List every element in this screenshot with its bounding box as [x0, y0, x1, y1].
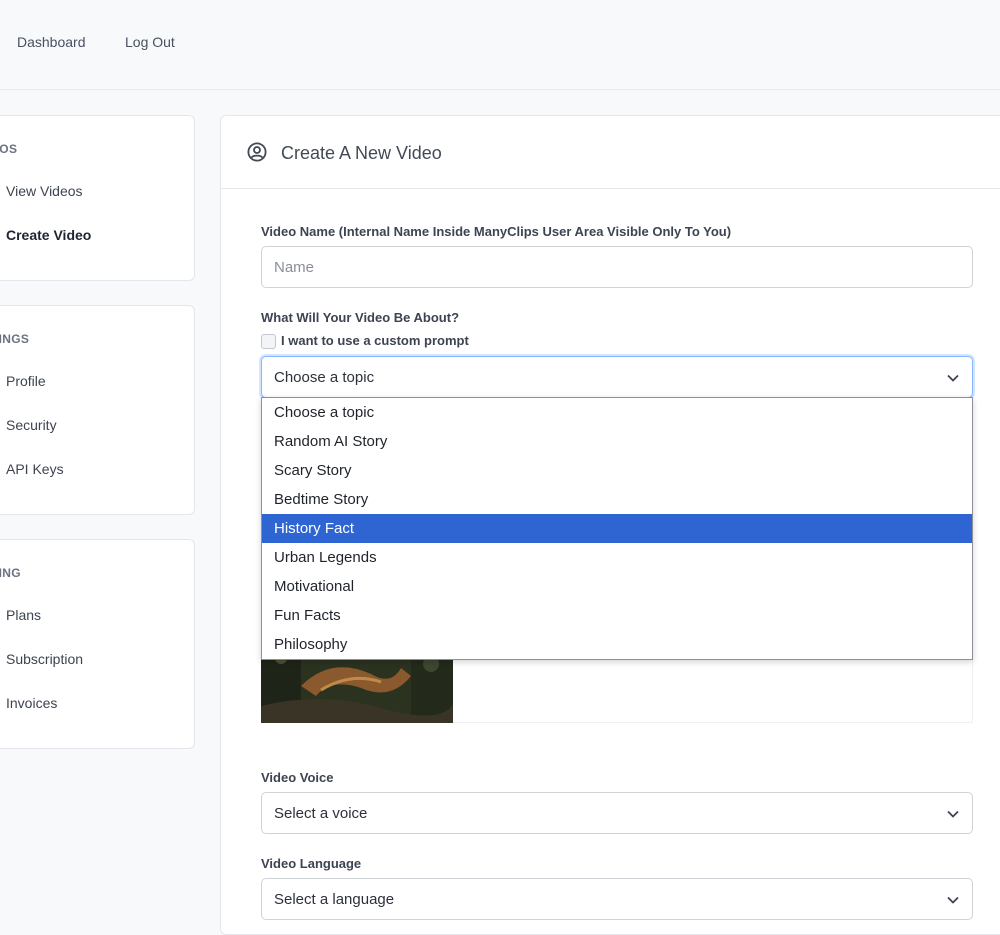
- sidebar-section-heading: LING: [0, 566, 21, 580]
- topic-option[interactable]: Random AI Story: [262, 427, 972, 456]
- chevron-down-icon: [947, 374, 959, 382]
- user-circle-icon: [247, 142, 267, 162]
- chevron-down-icon: [947, 810, 959, 818]
- voice-label: Video Voice: [261, 770, 334, 785]
- sidebar-item-create-video[interactable]: Create Video: [6, 227, 91, 243]
- nav-dashboard-link[interactable]: Dashboard: [17, 34, 86, 50]
- chevron-down-icon: [947, 896, 959, 904]
- sidebar-settings-card: TINGS Profile Security API Keys: [0, 305, 195, 515]
- sidebar-item-subscription[interactable]: Subscription: [6, 651, 83, 667]
- voice-select[interactable]: Select a voice: [261, 792, 973, 834]
- sidebar-item-view-videos[interactable]: View Videos: [6, 183, 83, 199]
- topic-option[interactable]: Urban Legends: [262, 543, 972, 572]
- sidebar-videos-card: EOS View Videos Create Video: [0, 115, 195, 281]
- topic-option-highlighted[interactable]: History Fact: [262, 514, 972, 543]
- topic-select-value: Choose a topic: [274, 369, 375, 386]
- topic-select[interactable]: Choose a topic: [261, 356, 973, 398]
- topic-label: What Will Your Video Be About?: [261, 310, 460, 325]
- sidebar-item-api-keys[interactable]: API Keys: [6, 461, 64, 477]
- sidebar-item-invoices[interactable]: Invoices: [6, 695, 57, 711]
- topic-option[interactable]: Motivational: [262, 572, 972, 601]
- language-select-value: Select a language: [274, 891, 395, 908]
- sidebar-billing-card: LING Plans Subscription Invoices: [0, 539, 195, 749]
- language-select[interactable]: Select a language: [261, 878, 973, 920]
- sidebar-item-security[interactable]: Security: [6, 417, 57, 433]
- topic-option[interactable]: Philosophy: [262, 630, 972, 659]
- topic-option[interactable]: Scary Story: [262, 456, 972, 485]
- card-header: Create A New Video: [221, 116, 1000, 189]
- sidebar-item-profile[interactable]: Profile: [6, 373, 46, 389]
- sidebar-section-heading: EOS: [0, 142, 18, 156]
- video-name-label: Video Name (Internal Name Inside ManyCli…: [261, 224, 732, 239]
- topic-dropdown-list: Choose a topic Random AI Story Scary Sto…: [261, 397, 973, 660]
- sidebar-section-heading: TINGS: [0, 332, 30, 346]
- page-title: Create A New Video: [281, 143, 442, 163]
- topic-option[interactable]: Bedtime Story: [262, 485, 972, 514]
- voice-select-value: Select a voice: [274, 805, 368, 822]
- custom-prompt-checkbox[interactable]: [261, 334, 276, 349]
- video-name-input[interactable]: [261, 246, 973, 288]
- sidebar-item-plans[interactable]: Plans: [6, 607, 41, 623]
- topic-option[interactable]: Choose a topic: [262, 398, 972, 427]
- language-label: Video Language: [261, 856, 362, 871]
- top-navbar: Dashboard Log Out: [0, 0, 1000, 90]
- custom-prompt-label: I want to use a custom prompt: [281, 333, 469, 348]
- topic-option[interactable]: Fun Facts: [262, 601, 972, 630]
- nav-logout-link[interactable]: Log Out: [125, 34, 175, 50]
